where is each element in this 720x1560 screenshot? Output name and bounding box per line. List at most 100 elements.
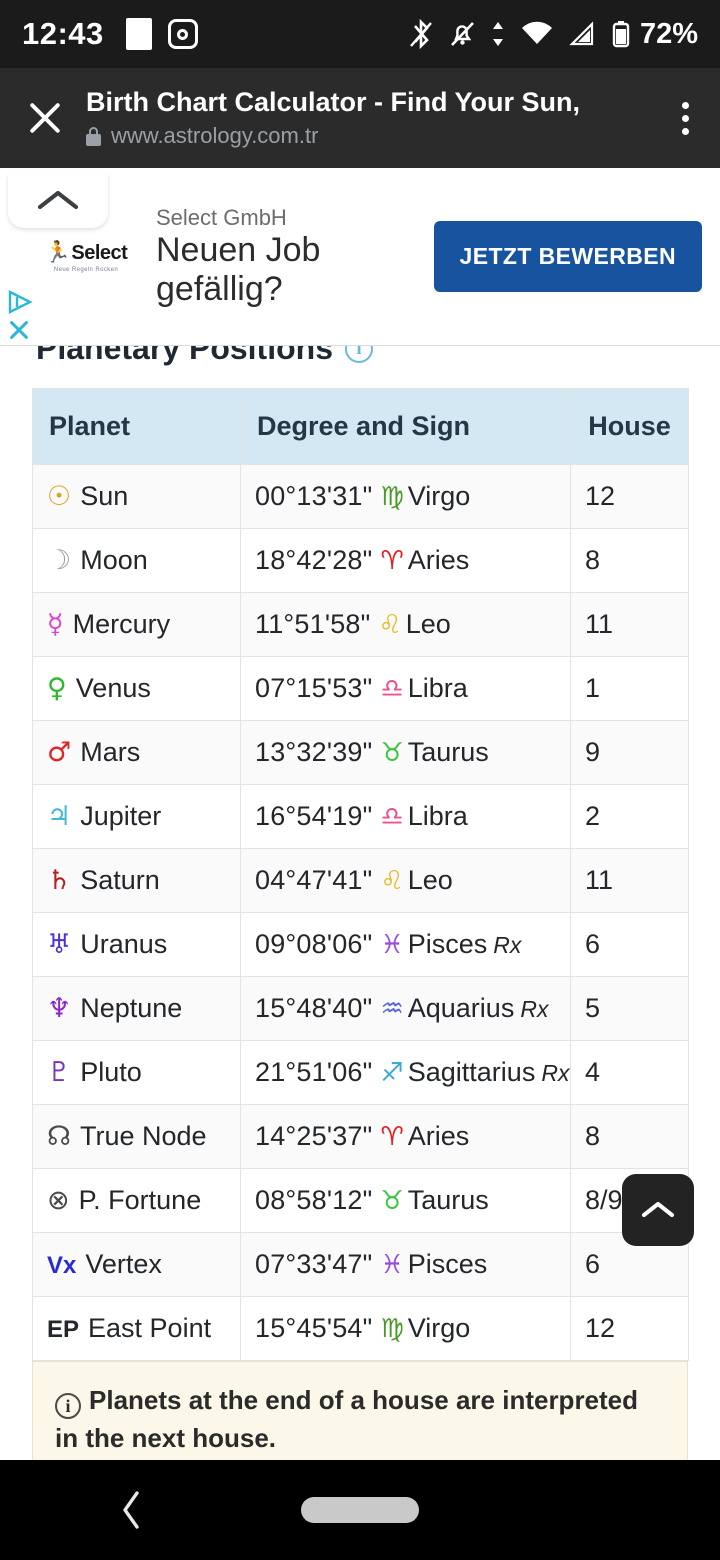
notifications-muted-icon [451,22,474,46]
retrograde-badge: Rx [493,932,522,958]
zodiac-sign-glyph-icon: ♒ [380,994,404,1024]
cell-house: 8 [570,528,689,593]
planet-glyph-icon: EP [47,1316,80,1343]
cell-house: 12 [570,464,689,529]
cell-degree-sign: 09°08'06" ♓ Pisces Rx [240,912,571,977]
status-bar-clock: 12:43 [22,16,104,51]
planet-glyph-icon: ♂ [47,737,72,768]
page-identity: Birth Chart Calculator - Find Your Sun, … [86,87,650,149]
mobile-data-icon [492,22,503,46]
zodiac-sign-name: Taurus [407,1185,489,1215]
planet-name: Venus [75,673,151,703]
zodiac-sign-glyph-icon: ♌ [378,610,402,640]
url-row: www.astrology.com.tr [86,123,650,149]
advertiser-tagline: Neue Regeln Rocken [53,266,119,273]
cellular-signal-icon [569,21,594,46]
table-row: ☉ Sun 00°13'31" ♍ Virgo 12 [32,464,689,529]
zodiac-sign-name: Leo [405,609,451,639]
zodiac-sign-glyph-icon: ♉ [380,1186,404,1216]
planet-name: Neptune [80,993,183,1023]
note-text: Planets at the end of a house are interp… [55,1385,639,1453]
planet-name: Moon [80,545,148,575]
screenshot-icon [125,18,152,50]
adchoices-icon[interactable] [6,289,34,315]
planet-glyph-icon: ♅ [47,929,72,960]
cell-house: 11 [570,592,689,657]
browser-toolbar: Birth Chart Calculator - Find Your Sun, … [0,68,720,168]
table-row: ♇ Pluto 21°51'06" ♐ Sagittarius Rx 4 [32,1040,689,1105]
cell-house: 5 [570,976,689,1041]
table-row: ♄ Saturn 04°47'41" ♌ Leo 11 [32,848,689,913]
advertisement-banner[interactable]: 🏃Select Neue Regeln Rocken Select GmbH N… [0,168,720,346]
zodiac-sign-glyph-icon: ♍ [380,482,404,512]
collapse-section-button[interactable] [8,174,108,228]
status-bar: 12:43 4 72% [0,0,720,68]
table-row: ☿ Mercury 11°51'58" ♌ Leo 11 [32,592,689,657]
info-icon[interactable]: i [344,346,373,363]
cell-degree-sign: 07°15'53" ♎ Libra [240,656,571,721]
table-row: ♂ Mars 13°32'39" ♉ Taurus 9 [32,720,689,785]
close-icon[interactable] [22,95,68,141]
degree-value: 11°51'58" [255,609,371,639]
planet-name: Sun [80,481,129,511]
column-header-house: House [570,388,689,465]
android-navigation-bar [0,1460,720,1560]
home-pill[interactable] [301,1497,419,1523]
zodiac-sign-name: Libra [407,673,468,703]
degree-value: 09°08'06" [255,929,373,959]
cell-planet: ☊ True Node [32,1104,241,1169]
lock-icon [86,126,101,146]
ad-cta-button[interactable]: JETZT BEWERBEN [433,221,702,292]
scroll-to-top-button[interactable] [622,1174,694,1246]
ad-close-icon[interactable] [6,317,32,343]
cell-planet: ♄ Saturn [32,848,241,913]
zodiac-sign-name: Sagittarius [407,1057,536,1087]
cell-planet: ♅ Uranus [32,912,241,977]
degree-value: 13°32'39" [255,737,373,767]
column-header-planet: Planet [32,388,241,465]
cell-degree-sign: 00°13'31" ♍ Virgo [240,464,571,529]
planet-name: Mars [80,737,141,767]
degree-value: 04°47'41" [255,865,373,895]
zodiac-sign-name: Aquarius [407,993,515,1023]
cell-house: 11 [570,848,689,913]
cell-planet: ☽ Moon [32,528,241,593]
table-row: EP East Point 15°45'54" ♍ Virgo 12 [32,1296,689,1361]
phone-screen: 12:43 4 72% Birth Chart Calculator - Fin… [0,0,720,1560]
planet-name: Mercury [72,609,171,639]
table-row: ♅ Uranus 09°08'06" ♓ Pisces Rx 6 [32,912,689,977]
zodiac-sign-name: Taurus [407,737,489,767]
planet-name: P. Fortune [78,1185,202,1215]
cell-planet: EP East Point [32,1296,241,1361]
zodiac-sign-glyph-icon: ♈ [380,1122,404,1152]
cell-planet: ☉ Sun [32,464,241,529]
cell-house: 6 [570,912,689,977]
planet-glyph-icon: ☿ [47,609,64,640]
retrograde-badge: Rx [520,996,549,1022]
back-button[interactable] [118,1487,146,1533]
ad-headline: Neuen Job gefällig? [156,231,321,309]
degree-value: 15°48'40" [255,993,373,1023]
table-row: ♃ Jupiter 16°54'19" ♎ Libra 2 [32,784,689,849]
house-interpretation-note: i Planets at the end of a house are inter… [32,1361,688,1460]
cell-degree-sign: 15°48'40" ♒ Aquarius Rx [240,976,571,1041]
overflow-menu-icon[interactable] [668,101,702,135]
cell-degree-sign: 07°33'47" ♓ Pisces [240,1232,571,1297]
planet-name: Jupiter [80,801,162,831]
zodiac-sign-glyph-icon: ♓ [380,1250,404,1280]
table-body: ☉ Sun 00°13'31" ♍ Virgo 12 ☽ Moon 18°42'28" ♈ Arie… [32,464,689,1361]
planet-glyph-icon: Vx [47,1252,77,1279]
instagram-icon [167,19,198,49]
column-header-degree-sign: Degree and Sign [240,388,571,465]
battery-icon [612,21,630,48]
section-header: Planetary Positions i [0,346,720,388]
planet-glyph-icon: ♄ [47,865,72,896]
planet-glyph-icon: ♆ [47,993,72,1024]
degree-value: 14°25'37" [255,1121,373,1151]
planet-name: East Point [88,1313,212,1343]
cell-house: 8 [570,1104,689,1169]
cell-house: 2 [570,784,689,849]
cell-house: 9 [570,720,689,785]
planet-glyph-icon: ☽ [47,545,72,576]
cell-degree-sign: 16°54'19" ♎ Libra [240,784,571,849]
